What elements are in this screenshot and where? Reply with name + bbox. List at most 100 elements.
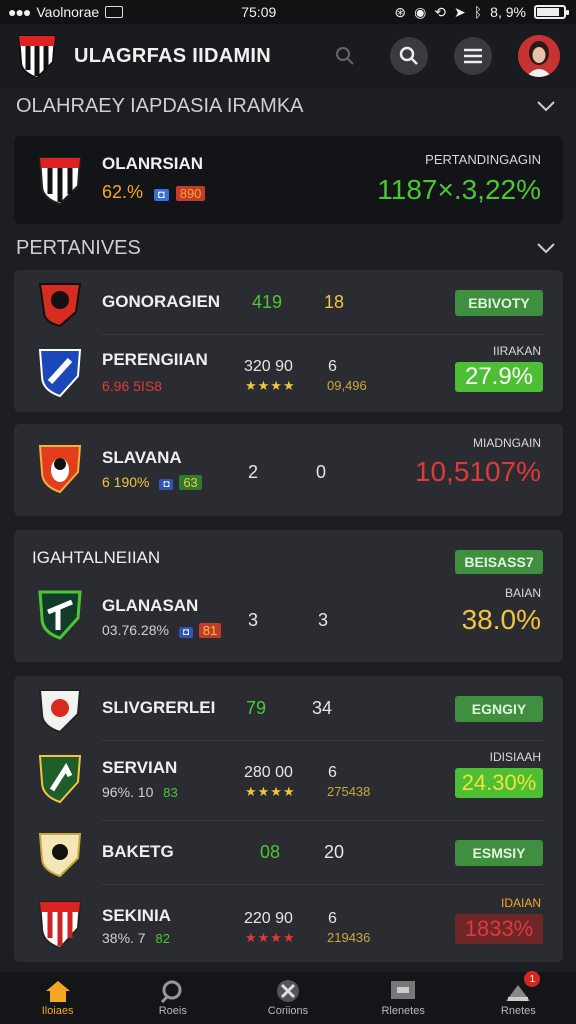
stat-value: 220 90 [244,910,293,927]
match-row[interactable]: SEKINIA 38%. 7 82 220 90 ★★★★ 6 219436 I… [14,884,563,962]
match-tag: MIADNGAIN [472,436,541,450]
team-stat: 38%. 7 82 [102,930,174,946]
stat-sub: 219436 [327,930,371,945]
screen-icon [105,6,124,18]
percent-pill[interactable]: 27.9% [455,362,543,392]
team-stat: 6.96 5IS8 [102,378,162,394]
tools-icon [276,980,299,1002]
nav-arrow-icon: ➤ [454,3,466,20]
avatar[interactable] [518,35,560,77]
nav-item-search[interactable]: Roeis [123,979,223,1017]
match-tag: IDISIAAH [489,750,541,764]
team-logo-icon [38,901,82,950]
team-stat: 96%. 10 83 [102,784,182,800]
match-tag: PERTANDINGAGIN [425,152,541,167]
nav-label: Roeis [158,1005,187,1017]
alarm-icon: ⊛ [394,3,407,20]
search-icon [160,980,182,1003]
status-pill[interactable]: ESMSIY [455,840,543,866]
club-logo-icon[interactable] [16,32,58,80]
user-avatar-icon [518,35,560,77]
notification-badge: 1 [524,971,541,987]
search-button[interactable] [326,37,364,75]
team-name: GLANASAN [102,596,199,615]
chevron-down-icon[interactable] [536,100,556,112]
nav-item-home[interactable]: Iloiaes [8,979,108,1017]
nav-item-board[interactable]: Rlenetes [353,979,453,1017]
match-row[interactable]: GONORAGIEN 419 18 EBIVOTY [14,270,563,334]
team-logo-icon [38,283,82,328]
rating-stars: ★★★★ [245,930,296,945]
team-name: BAKETG [102,842,174,861]
match-tag: IDAIAN [500,896,541,910]
team-name: SLAVANA [102,448,182,467]
match-tag: BAIAN [504,586,541,600]
section-header-1[interactable]: OLAHRAEY IAPDASIA IRAMKA [0,88,576,124]
stat-value-2: 6 [328,358,337,375]
score-home: 08 [260,842,281,862]
score-away: 18 [324,292,345,312]
stat-badge: 81 [198,623,222,638]
score-home: 79 [246,698,267,718]
match-card-b[interactable]: SLAVANA 6 190% ◘ 63 2 0 MIADNGAIN 10,510… [14,424,563,516]
team-stat: 62.% ◘ 890 [102,182,206,203]
stat-value: 320 90 [244,358,293,375]
featured-match-card[interactable]: OLANRSIAN 62.% ◘ 890 PERTANDINGAGIN 1187… [14,136,563,224]
stat-sub: 09,496 [327,378,367,393]
nav-item-tools[interactable]: Coriions [238,979,338,1017]
stat-value-2: 6 [328,910,337,927]
score-away: 20 [324,842,345,862]
match-card-d[interactable]: SLIVGRERLEI 79 34 EGNGIY SERVIAN 96%. 10… [14,676,563,962]
nav-label: Rlenetes [381,1005,425,1017]
stat-value-2: 6 [328,764,337,781]
score-away: 3 [318,610,329,630]
match-card-a[interactable]: GONORAGIEN 419 18 EBIVOTY PERENGIIAN 6.9… [14,270,563,412]
team-name: SERVIAN [102,758,178,777]
team-logo-icon [38,157,82,206]
team-name: OLANRSIAN [102,154,204,173]
search-filled-button[interactable] [390,37,428,75]
board-icon [391,981,416,999]
menu-button[interactable] [454,37,492,75]
nav-label: Iloiaes [41,1005,74,1017]
match-card-c[interactable]: IGAHTALNEIIAN BEISASS7 GLANASAN 03.76.28… [14,530,563,662]
team-logo-icon [38,755,82,804]
status-pill[interactable]: EBIVOTY [455,290,543,316]
signal-dots-icon: ●●● [8,4,31,20]
carrier-label: Vaolnorae [36,4,100,20]
status-pill[interactable]: EGNGIY [455,696,543,722]
chevron-down-icon[interactable] [536,242,556,254]
location-icon: ◉ [414,3,427,20]
status-bar: ●●● Vaolnorae 75:09 ⊛ ◉ ⟲ ➤ ᛒ 8, 9% [0,0,576,24]
section-title-2: PERTANIVES [16,236,141,259]
section-header-2[interactable]: PERTANIVES [0,230,576,266]
match-row[interactable]: SLIVGRERLEI 79 34 EGNGIY [14,676,563,740]
match-row[interactable]: BAKETG 08 20 ESMSIY [14,820,563,884]
shield-icon: ◘ [154,189,169,201]
score-away: 0 [316,462,327,482]
sync-icon: ⟲ [434,3,447,20]
bottom-nav: Iloiaes Roeis Coriions Rlenetes 1 Rnetes [0,971,576,1024]
battery-icon [533,5,569,19]
team-name: SLIVGRERLEI [102,698,216,717]
rating-stars: ★★★★ [245,378,296,393]
match-row[interactable]: PERENGIIAN 6.96 5IS8 320 90 ★★★★ 6 09,49… [14,334,563,412]
match-row[interactable]: SERVIAN 96%. 10 83 280 00 ★★★★ 6 275438 … [14,740,563,820]
app-bar: ULAGRFAS IIDAMIN [0,24,576,88]
team-name: SEKINIA [102,906,171,925]
percent-value: 10,5107% [414,456,541,487]
percent-pill[interactable]: 1833% [455,914,543,944]
status-time: 75:09 [241,4,277,20]
percent-value: 38.0% [461,604,541,635]
rating-stars: ★★★★ [245,784,296,799]
nav-item-alerts[interactable]: 1 Rnetes [468,971,568,1017]
bluetooth-icon: ᛒ [473,4,483,20]
status-pill[interactable]: BEISASS7 [455,550,543,574]
battery-percent: 8, 9% [490,4,526,20]
score-home: 3 [248,610,259,630]
menu-icon [464,48,482,64]
score-home: 419 [252,292,283,312]
percent-pill[interactable]: 24.30% [455,768,543,798]
stat-badge: 83 [163,785,178,800]
section-title-1: OLAHRAEY IAPDASIA IRAMKA [16,94,304,117]
